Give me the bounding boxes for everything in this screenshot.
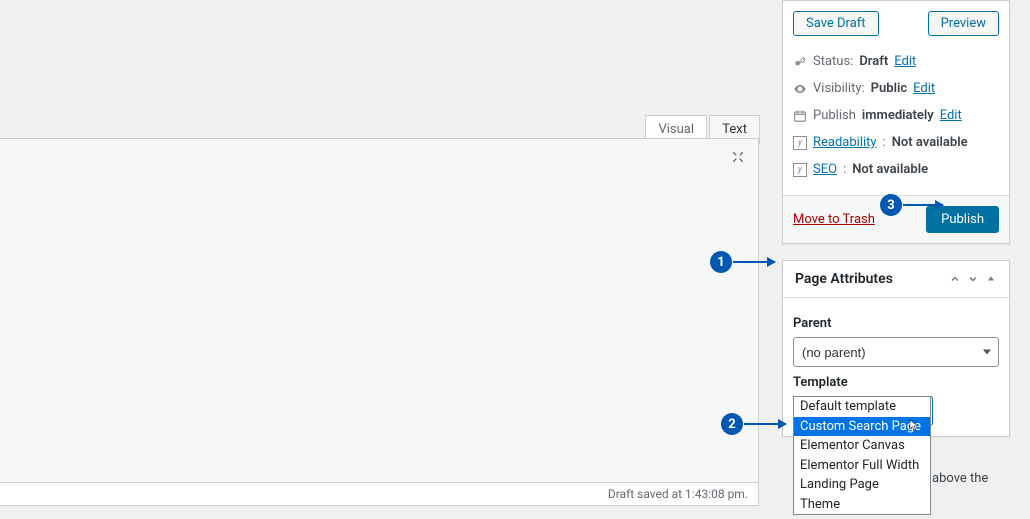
schedule-value: immediately: [862, 108, 934, 123]
key-icon: [793, 55, 807, 69]
move-to-trash-link[interactable]: Move to Trash: [793, 212, 875, 227]
draft-saved-text: Draft saved at 1:43:08 pm.: [608, 487, 748, 501]
visibility-label: Visibility:: [813, 81, 865, 96]
yoast-icon: y: [793, 163, 807, 177]
colon1: :: [883, 135, 886, 150]
callout-1: 1: [710, 251, 732, 273]
cursor-icon: [908, 419, 920, 431]
status-label: Status:: [813, 54, 853, 69]
arrow-3: [903, 204, 943, 206]
preview-button[interactable]: Preview: [928, 11, 999, 36]
panel-header-controls: [949, 273, 997, 285]
template-label: Template: [793, 375, 999, 390]
editor-canvas[interactable]: [0, 138, 759, 501]
hint-fragment: above the: [932, 471, 1012, 486]
editor-area: Visual Text Draft saved at 1:43:08 pm.: [0, 0, 763, 519]
callout-3: 3: [880, 194, 902, 216]
arrow-1: [733, 261, 775, 263]
publish-button[interactable]: Publish: [926, 206, 999, 233]
visibility-value: Public: [871, 81, 907, 96]
template-option[interactable]: Elementor Full Width: [794, 456, 930, 476]
status-value: Draft: [859, 54, 888, 69]
sidebar: Save Draft Preview Status: Draft Edit Vi…: [782, 0, 1010, 453]
distraction-free-icon[interactable]: [731, 150, 751, 170]
template-option[interactable]: Default template: [794, 397, 930, 417]
page-attributes-title: Page Attributes: [795, 271, 893, 287]
status-edit-link[interactable]: Edit: [894, 54, 916, 69]
eye-icon: [793, 82, 807, 96]
parent-select[interactable]: (no parent): [793, 337, 999, 367]
schedule-label: Publish: [813, 108, 856, 123]
readability-link[interactable]: Readability: [813, 135, 877, 150]
visibility-edit-link[interactable]: Edit: [913, 81, 935, 96]
arrow-2: [744, 423, 786, 425]
seo-link[interactable]: SEO: [813, 162, 837, 177]
caret-up-icon[interactable]: [985, 273, 997, 285]
chevron-down-icon[interactable]: [967, 273, 979, 285]
page-attributes-header[interactable]: Page Attributes: [783, 261, 1009, 298]
colon2: :: [843, 162, 846, 177]
callout-2: 2: [721, 413, 743, 435]
save-draft-button[interactable]: Save Draft: [793, 11, 879, 36]
editor-status-bar: Draft saved at 1:43:08 pm.: [0, 482, 759, 506]
template-dropdown-list[interactable]: Default templateCustom Search PageElemen…: [793, 396, 931, 515]
seo-value: Not available: [852, 162, 928, 177]
template-option[interactable]: Theme: [794, 495, 930, 515]
calendar-icon: [793, 109, 807, 123]
readability-value: Not available: [892, 135, 968, 150]
yoast-icon: y: [793, 136, 807, 150]
template-option[interactable]: Custom Search Page: [794, 417, 930, 437]
template-option[interactable]: Landing Page: [794, 475, 930, 495]
parent-label: Parent: [793, 316, 999, 331]
schedule-edit-link[interactable]: Edit: [940, 108, 962, 123]
chevron-up-icon[interactable]: [949, 273, 961, 285]
template-option[interactable]: Elementor Canvas: [794, 436, 930, 456]
